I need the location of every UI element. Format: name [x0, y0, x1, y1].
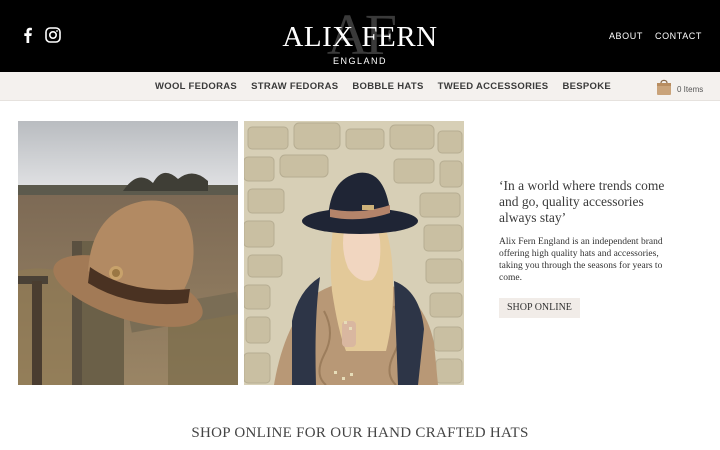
section-heading: SHOP ONLINE FOR OUR HAND CRAFTED HATS	[191, 425, 529, 441]
hero-quote: ‘In a world where trends come and go, qu…	[499, 178, 665, 225]
cart-count: 0 Items	[677, 85, 704, 94]
about-link[interactable]: ABOUT	[609, 31, 643, 41]
logo-subtitle: ENGLAND	[332, 56, 387, 66]
facebook-icon[interactable]	[20, 27, 36, 43]
logo-name: ALIX FERN	[282, 21, 438, 53]
hero-description: Alix Fern England is an independent bran…	[499, 237, 663, 283]
site-header: AF ALIX FERN ENGLAND ABOUT CONTACT	[0, 0, 720, 72]
shop-online-button[interactable]: SHOP ONLINE	[499, 298, 580, 318]
site-logo[interactable]: AF ALIX FERN ENGLAND	[280, 6, 440, 68]
instagram-icon[interactable]	[45, 27, 61, 43]
nav-item-bobble-hats[interactable]: BOBBLE HATS	[352, 81, 423, 92]
social-links	[20, 27, 61, 43]
contact-link[interactable]: CONTACT	[655, 31, 702, 41]
main-nav-bar: WOOL FEDORAS STRAW FEDORAS BOBBLE HATS T…	[0, 72, 720, 101]
header-links: ABOUT CONTACT	[609, 31, 702, 41]
nav-item-bespoke[interactable]: BESPOKE	[562, 81, 611, 92]
shopping-bag-icon	[655, 78, 673, 101]
cart-button[interactable]: 0 Items	[655, 78, 703, 101]
hero-photo-fedora-on-post	[18, 121, 241, 385]
nav-item-straw-fedoras[interactable]: STRAW FEDORAS	[251, 81, 338, 92]
hero-photo-woman-in-hat	[243, 121, 464, 386]
nav-item-wool-fedoras[interactable]: WOOL FEDORAS	[155, 81, 237, 92]
nav-item-tweed-accessories[interactable]: TWEED ACCESSORIES	[438, 81, 549, 92]
main-nav: WOOL FEDORAS STRAW FEDORAS BOBBLE HATS T…	[155, 81, 611, 92]
